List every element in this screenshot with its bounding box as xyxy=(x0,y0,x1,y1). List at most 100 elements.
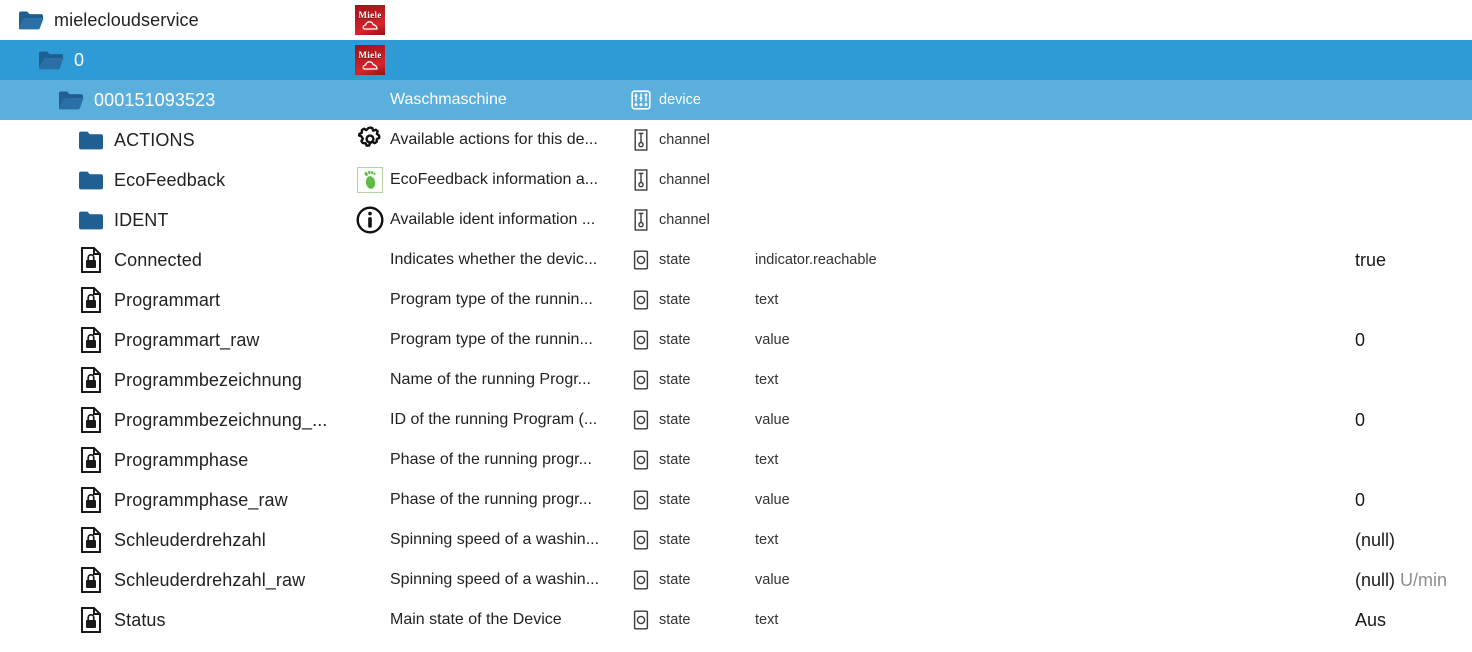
row-description: Waschmaschine xyxy=(390,91,507,108)
tree-row[interactable]: 0 Miele xyxy=(0,40,1472,80)
state-icon xyxy=(630,249,652,271)
row-value: (null) xyxy=(1355,569,1396,590)
row-name-cell[interactable]: Programmphase xyxy=(0,447,350,473)
row-description: Program type of the runnin... xyxy=(390,291,593,308)
row-value-cell: 0 xyxy=(1355,330,1472,351)
folder-open-icon xyxy=(18,7,44,33)
row-name-cell[interactable]: IDENT xyxy=(0,207,350,233)
row-name-label: Programmbezeichnung_... xyxy=(114,409,328,430)
row-name-cell[interactable]: Programmphase_raw xyxy=(0,487,350,513)
row-name-label: ACTIONS xyxy=(114,129,195,150)
tree-row[interactable]: Schleuderdrehzahl Spinning speed of a was… xyxy=(0,520,1472,560)
row-value-cell: (null) xyxy=(1355,530,1472,551)
state-icon xyxy=(630,569,652,591)
row-type-cell: state xyxy=(630,289,755,311)
row-description: EcoFeedback information a... xyxy=(390,171,599,188)
folder-closed-icon xyxy=(78,127,104,153)
row-value-cell: Aus xyxy=(1355,610,1472,631)
row-description: Name of the running Progr... xyxy=(390,371,591,388)
readonly-state-icon xyxy=(78,327,104,353)
readonly-state-icon xyxy=(78,247,104,273)
tree-row[interactable]: Programmbezeichnung_... ID of the running… xyxy=(0,400,1472,440)
tree-row[interactable]: Schleuderdrehzahl_raw Spinning speed of a… xyxy=(0,560,1472,600)
row-role: value xyxy=(755,332,790,348)
row-value-cell: 0 xyxy=(1355,410,1472,431)
row-name-cell[interactable]: Programmart xyxy=(0,287,350,313)
readonly-state-icon xyxy=(78,567,104,593)
row-name-cell[interactable]: Schleuderdrehzahl_raw xyxy=(0,567,350,593)
row-role: text xyxy=(755,292,779,308)
row-value-unit: U/min xyxy=(1400,569,1448,590)
state-icon xyxy=(630,609,652,631)
row-name-cell[interactable]: ACTIONS xyxy=(0,127,350,153)
row-name-cell[interactable]: EcoFeedback xyxy=(0,167,350,193)
readonly-state-icon xyxy=(78,487,104,513)
row-type-cell: channel xyxy=(630,129,755,151)
row-name-cell[interactable]: Programmbezeichnung xyxy=(0,367,350,393)
row-role: text xyxy=(755,532,779,548)
row-type-cell: state xyxy=(630,609,755,631)
tree-row[interactable]: Programmphase Phase of the running progr.… xyxy=(0,440,1472,480)
row-name-cell[interactable]: Programmbezeichnung_... xyxy=(0,407,350,433)
readonly-state-icon xyxy=(78,447,104,473)
tree-row[interactable]: mielecloudservice Miele xyxy=(0,0,1472,40)
channel-icon xyxy=(630,169,652,191)
row-name-cell[interactable]: Status xyxy=(0,607,350,633)
row-description: ID of the running Program (... xyxy=(390,411,598,428)
row-type-label: channel xyxy=(659,212,710,228)
folder-open-icon xyxy=(38,47,64,73)
row-type-cell: state xyxy=(630,369,755,391)
row-desc-icon-slot xyxy=(350,167,390,193)
tree-row[interactable]: 000151093523 Waschmaschine device xyxy=(0,80,1472,120)
row-role: value xyxy=(755,572,790,588)
device-icon xyxy=(630,89,652,111)
row-role: text xyxy=(755,612,779,628)
row-name-label: Programmbezeichnung xyxy=(114,369,302,390)
row-value: Aus xyxy=(1355,609,1387,630)
miele-cloud-icon: Miele xyxy=(355,45,385,75)
row-name-cell[interactable]: Schleuderdrehzahl xyxy=(0,527,350,553)
row-name-cell[interactable]: 0 xyxy=(0,47,350,73)
row-type-cell: channel xyxy=(630,169,755,191)
row-name-cell[interactable]: Programmart_raw xyxy=(0,327,350,353)
row-name-cell[interactable]: mielecloudservice xyxy=(0,7,350,33)
folder-closed-icon xyxy=(78,207,104,233)
object-tree[interactable]: mielecloudservice Miele 0 Miele 000151093523… xyxy=(0,0,1472,652)
tree-row[interactable]: Programmbezeichnung Name of the running P… xyxy=(0,360,1472,400)
tree-row[interactable]: Programmart Program type of the runnin...… xyxy=(0,280,1472,320)
row-type-label: state xyxy=(659,492,691,508)
row-type-cell: state xyxy=(630,489,755,511)
tree-row[interactable]: Connected Indicates whether the devic... s… xyxy=(0,240,1472,280)
row-name-cell[interactable]: 000151093523 xyxy=(0,87,350,113)
tree-row[interactable]: Programmart_raw Program type of the runni… xyxy=(0,320,1472,360)
row-value-cell: true xyxy=(1355,250,1472,271)
row-name-cell[interactable]: Connected xyxy=(0,247,350,273)
state-icon xyxy=(630,409,652,431)
row-type-label: channel xyxy=(659,132,710,148)
row-value: 0 xyxy=(1355,329,1366,350)
tree-row[interactable]: Programmphase_raw Phase of the running pr… xyxy=(0,480,1472,520)
row-name-label: 000151093523 xyxy=(94,89,216,110)
row-name-label: Programmart xyxy=(114,289,221,310)
row-type-cell: state xyxy=(630,529,755,551)
row-value: (null) xyxy=(1355,529,1396,550)
row-type-label: state xyxy=(659,572,691,588)
row-role: text xyxy=(755,372,779,388)
row-role: text xyxy=(755,452,779,468)
tree-row[interactable]: Status Main state of the Device state text A… xyxy=(0,600,1472,640)
row-name-label: Programmphase_raw xyxy=(114,489,288,510)
row-type-label: channel xyxy=(659,172,710,188)
row-description: Program type of the runnin... xyxy=(390,331,593,348)
row-type-label: state xyxy=(659,612,691,628)
row-type-label: state xyxy=(659,332,691,348)
gear-icon xyxy=(356,126,384,154)
tree-row[interactable]: IDENT Available ident information ... chan… xyxy=(0,200,1472,240)
tree-row[interactable]: EcoFeedback EcoFeedback information a... c… xyxy=(0,160,1472,200)
tree-row[interactable]: ACTIONS Available actions for this de... c… xyxy=(0,120,1472,160)
row-name-label: Status xyxy=(114,609,166,630)
row-name-label: IDENT xyxy=(114,209,169,230)
state-icon xyxy=(630,529,652,551)
readonly-state-icon xyxy=(78,607,104,633)
readonly-state-icon xyxy=(78,527,104,553)
folder-open-icon xyxy=(58,87,84,113)
